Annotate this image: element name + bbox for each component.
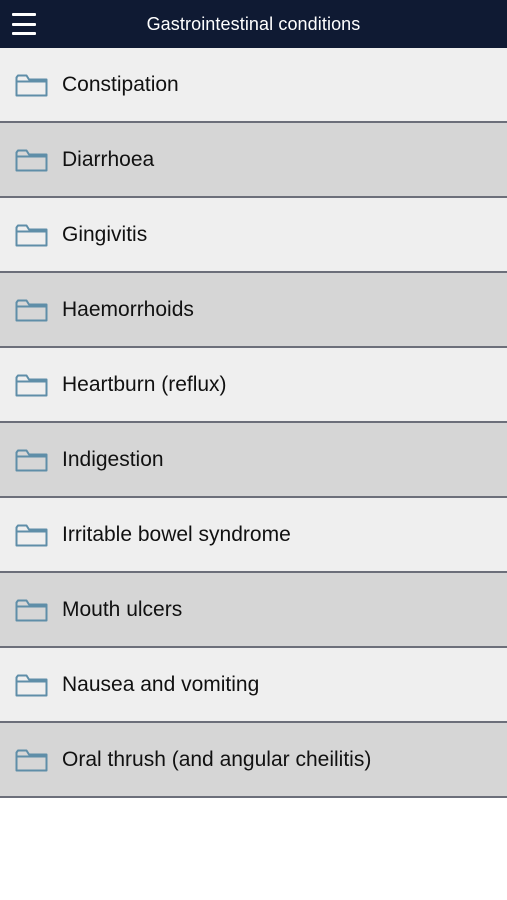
folder-icon bbox=[15, 223, 48, 247]
folder-icon bbox=[15, 373, 48, 397]
folder-icon bbox=[15, 298, 48, 322]
list-item-label: Oral thrush (and angular cheilitis) bbox=[62, 747, 372, 771]
menu-line bbox=[12, 22, 36, 26]
list-item-label: Nausea and vomiting bbox=[62, 672, 260, 696]
folder-icon bbox=[15, 73, 48, 97]
folder-icon bbox=[15, 523, 48, 547]
list-item[interactable]: Nausea and vomiting bbox=[0, 648, 507, 723]
folder-icon bbox=[15, 148, 48, 172]
page-title: Gastrointestinal conditions bbox=[146, 13, 361, 34]
conditions-list: Constipation Diarrhoea Gingivitis Haemor… bbox=[0, 48, 507, 798]
list-item-label: Diarrhoea bbox=[62, 147, 155, 171]
list-item-label: Gingivitis bbox=[62, 222, 148, 246]
list-item[interactable]: Mouth ulcers bbox=[0, 573, 507, 648]
menu-line bbox=[12, 32, 36, 35]
list-item[interactable]: Indigestion bbox=[0, 423, 507, 498]
hamburger-menu-icon[interactable] bbox=[12, 12, 36, 36]
list-item[interactable]: Irritable bowel syndrome bbox=[0, 498, 507, 573]
list-item[interactable]: Gingivitis bbox=[0, 198, 507, 273]
list-item-label: Mouth ulcers bbox=[62, 597, 183, 621]
folder-icon bbox=[15, 748, 48, 772]
list-item[interactable]: Heartburn (reflux) bbox=[0, 348, 507, 423]
header-bar: Gastrointestinal conditions bbox=[0, 0, 507, 48]
folder-icon bbox=[15, 673, 48, 697]
list-item-label: Constipation bbox=[62, 72, 179, 96]
list-item[interactable]: Oral thrush (and angular cheilitis) bbox=[0, 723, 507, 798]
list-item-label: Indigestion bbox=[62, 447, 164, 471]
list-item[interactable]: Diarrhoea bbox=[0, 123, 507, 198]
folder-icon bbox=[15, 448, 48, 472]
app-screen: Gastrointestinal conditions Constipation… bbox=[0, 0, 507, 900]
list-item-label: Irritable bowel syndrome bbox=[62, 522, 291, 546]
list-item[interactable]: Constipation bbox=[0, 48, 507, 123]
list-item[interactable]: Haemorrhoids bbox=[0, 273, 507, 348]
list-item-label: Haemorrhoids bbox=[62, 297, 194, 321]
list-item-label: Heartburn (reflux) bbox=[62, 372, 227, 396]
menu-line bbox=[12, 13, 36, 16]
folder-icon bbox=[15, 598, 48, 622]
